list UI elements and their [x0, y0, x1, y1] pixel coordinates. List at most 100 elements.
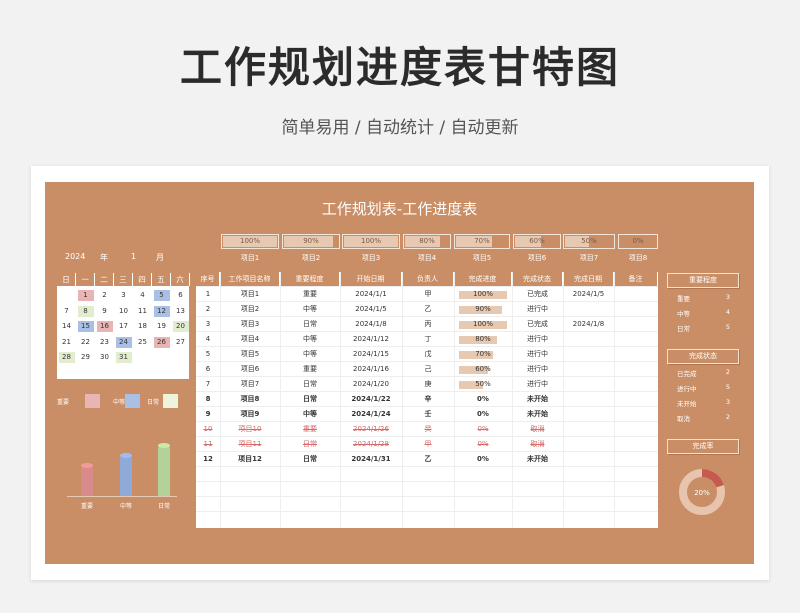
table-cell-owner[interactable]: 癸: [402, 422, 454, 437]
table-cell-owner[interactable]: 乙: [402, 302, 454, 317]
calendar-day[interactable]: 10: [116, 306, 132, 317]
calendar-day[interactable]: 6: [173, 290, 189, 301]
table-cell-done[interactable]: [563, 347, 614, 362]
table-cell-no[interactable]: 1: [196, 287, 220, 302]
calendar-day[interactable]: 28: [58, 352, 75, 363]
table-cell-status[interactable]: 进行中: [512, 377, 563, 392]
table-cell-start[interactable]: 2024/1/22: [340, 392, 402, 407]
table-cell-start[interactable]: 2024/1/20: [340, 377, 402, 392]
calendar-day[interactable]: 11: [135, 306, 151, 317]
table-cell-status[interactable]: 未开始: [512, 407, 563, 422]
table-cell-note[interactable]: [614, 407, 658, 422]
table-cell-note[interactable]: [614, 377, 658, 392]
table-cell-progress[interactable]: 80%: [454, 332, 512, 347]
table-cell-owner[interactable]: 甲: [402, 437, 454, 452]
table-cell-status[interactable]: 取消: [512, 437, 563, 452]
calendar-day[interactable]: 7: [59, 306, 75, 317]
calendar-day[interactable]: 18: [135, 321, 151, 332]
table-cell-owner[interactable]: 丁: [402, 332, 454, 347]
table-cell-level[interactable]: 中等: [280, 347, 340, 362]
table-cell-name[interactable]: 项目4: [220, 332, 280, 347]
calendar-day[interactable]: 21: [59, 337, 75, 348]
table-cell-done[interactable]: 2024/1/5: [563, 287, 614, 302]
table-cell-level[interactable]: 中等: [280, 407, 340, 422]
table-cell-level[interactable]: 重要: [280, 422, 340, 437]
calendar-day[interactable]: 31: [115, 352, 132, 363]
year-value[interactable]: 2024: [65, 252, 85, 261]
status-summary-button[interactable]: 完成状态: [667, 349, 739, 364]
table-cell-start[interactable]: 2024/1/31: [340, 452, 402, 467]
table-cell-status[interactable]: 未开始: [512, 392, 563, 407]
table-cell-progress[interactable]: 100%: [454, 287, 512, 302]
table-cell-note[interactable]: [614, 437, 658, 452]
importance-summary-button[interactable]: 重要程度: [667, 273, 739, 288]
table-cell-name[interactable]: 项目5: [220, 347, 280, 362]
table-cell-note[interactable]: [614, 422, 658, 437]
table-cell-level[interactable]: 重要: [280, 362, 340, 377]
calendar-day[interactable]: 20: [172, 321, 189, 332]
calendar-day[interactable]: 4: [135, 290, 151, 301]
table-cell-name[interactable]: 项目12: [220, 452, 280, 467]
table-cell-note[interactable]: [614, 347, 658, 362]
table-cell-done[interactable]: 2024/1/8: [563, 317, 614, 332]
calendar-day[interactable]: 9: [97, 306, 113, 317]
table-cell-no[interactable]: 7: [196, 377, 220, 392]
table-cell-done[interactable]: [563, 362, 614, 377]
month-value[interactable]: 1: [131, 252, 136, 261]
calendar-day[interactable]: 26: [153, 336, 170, 348]
table-cell-progress[interactable]: 0%: [454, 452, 512, 467]
table-cell-owner[interactable]: 戊: [402, 347, 454, 362]
table-cell-level[interactable]: 日常: [280, 437, 340, 452]
table-cell-start[interactable]: 2024/1/1: [340, 287, 402, 302]
table-cell-name[interactable]: 项目7: [220, 377, 280, 392]
table-cell-start[interactable]: 2024/1/24: [340, 407, 402, 422]
table-cell-progress[interactable]: 50%: [454, 377, 512, 392]
table-cell-no[interactable]: 4: [196, 332, 220, 347]
table-cell-level[interactable]: 中等: [280, 302, 340, 317]
table-cell-owner[interactable]: 壬: [402, 407, 454, 422]
calendar-day[interactable]: 1: [77, 290, 94, 301]
table-cell-done[interactable]: [563, 407, 614, 422]
table-cell-start[interactable]: 2024/1/5: [340, 302, 402, 317]
table-cell-name[interactable]: 项目2: [220, 302, 280, 317]
calendar-day[interactable]: 14: [59, 321, 75, 332]
table-cell-progress[interactable]: 0%: [454, 407, 512, 422]
table-cell-no[interactable]: 3: [196, 317, 220, 332]
table-cell-no[interactable]: 5: [196, 347, 220, 362]
table-cell-note[interactable]: [614, 302, 658, 317]
table-cell-note[interactable]: [614, 362, 658, 377]
table-cell-level[interactable]: 日常: [280, 392, 340, 407]
table-cell-done[interactable]: [563, 437, 614, 452]
table-cell-name[interactable]: 项目8: [220, 392, 280, 407]
table-cell-name[interactable]: 项目6: [220, 362, 280, 377]
table-cell-status[interactable]: 进行中: [512, 362, 563, 377]
table-cell-done[interactable]: [563, 302, 614, 317]
calendar-day[interactable]: 5: [153, 290, 170, 301]
calendar-day[interactable]: 29: [78, 352, 94, 363]
table-cell-name[interactable]: 项目11: [220, 437, 280, 452]
table-cell-start[interactable]: 2024/1/16: [340, 362, 402, 377]
table-cell-status[interactable]: 未开始: [512, 452, 563, 467]
calendar-day[interactable]: 2: [97, 290, 113, 301]
table-cell-no[interactable]: 8: [196, 392, 220, 407]
table-cell-progress[interactable]: 70%: [454, 347, 512, 362]
calendar-day[interactable]: 24: [115, 336, 132, 348]
table-cell-no[interactable]: 9: [196, 407, 220, 422]
completion-rate-button[interactable]: 完成率: [667, 439, 739, 454]
table-cell-start[interactable]: 2024/1/8: [340, 317, 402, 332]
table-cell-progress[interactable]: 0%: [454, 422, 512, 437]
calendar-day[interactable]: 30: [97, 352, 113, 363]
table-cell-start[interactable]: 2024/1/26: [340, 422, 402, 437]
table-cell-progress[interactable]: 0%: [454, 437, 512, 452]
table-cell-owner[interactable]: 庚: [402, 377, 454, 392]
table-cell-name[interactable]: 项目1: [220, 287, 280, 302]
table-cell-done[interactable]: [563, 422, 614, 437]
table-cell-status[interactable]: 已完成: [512, 317, 563, 332]
table-cell-level[interactable]: 日常: [280, 377, 340, 392]
table-cell-level[interactable]: 日常: [280, 317, 340, 332]
table-cell-owner[interactable]: 己: [402, 362, 454, 377]
table-cell-note[interactable]: [614, 392, 658, 407]
table-cell-name[interactable]: 项目9: [220, 407, 280, 422]
calendar-day[interactable]: 13: [173, 306, 189, 317]
table-cell-owner[interactable]: 甲: [402, 287, 454, 302]
